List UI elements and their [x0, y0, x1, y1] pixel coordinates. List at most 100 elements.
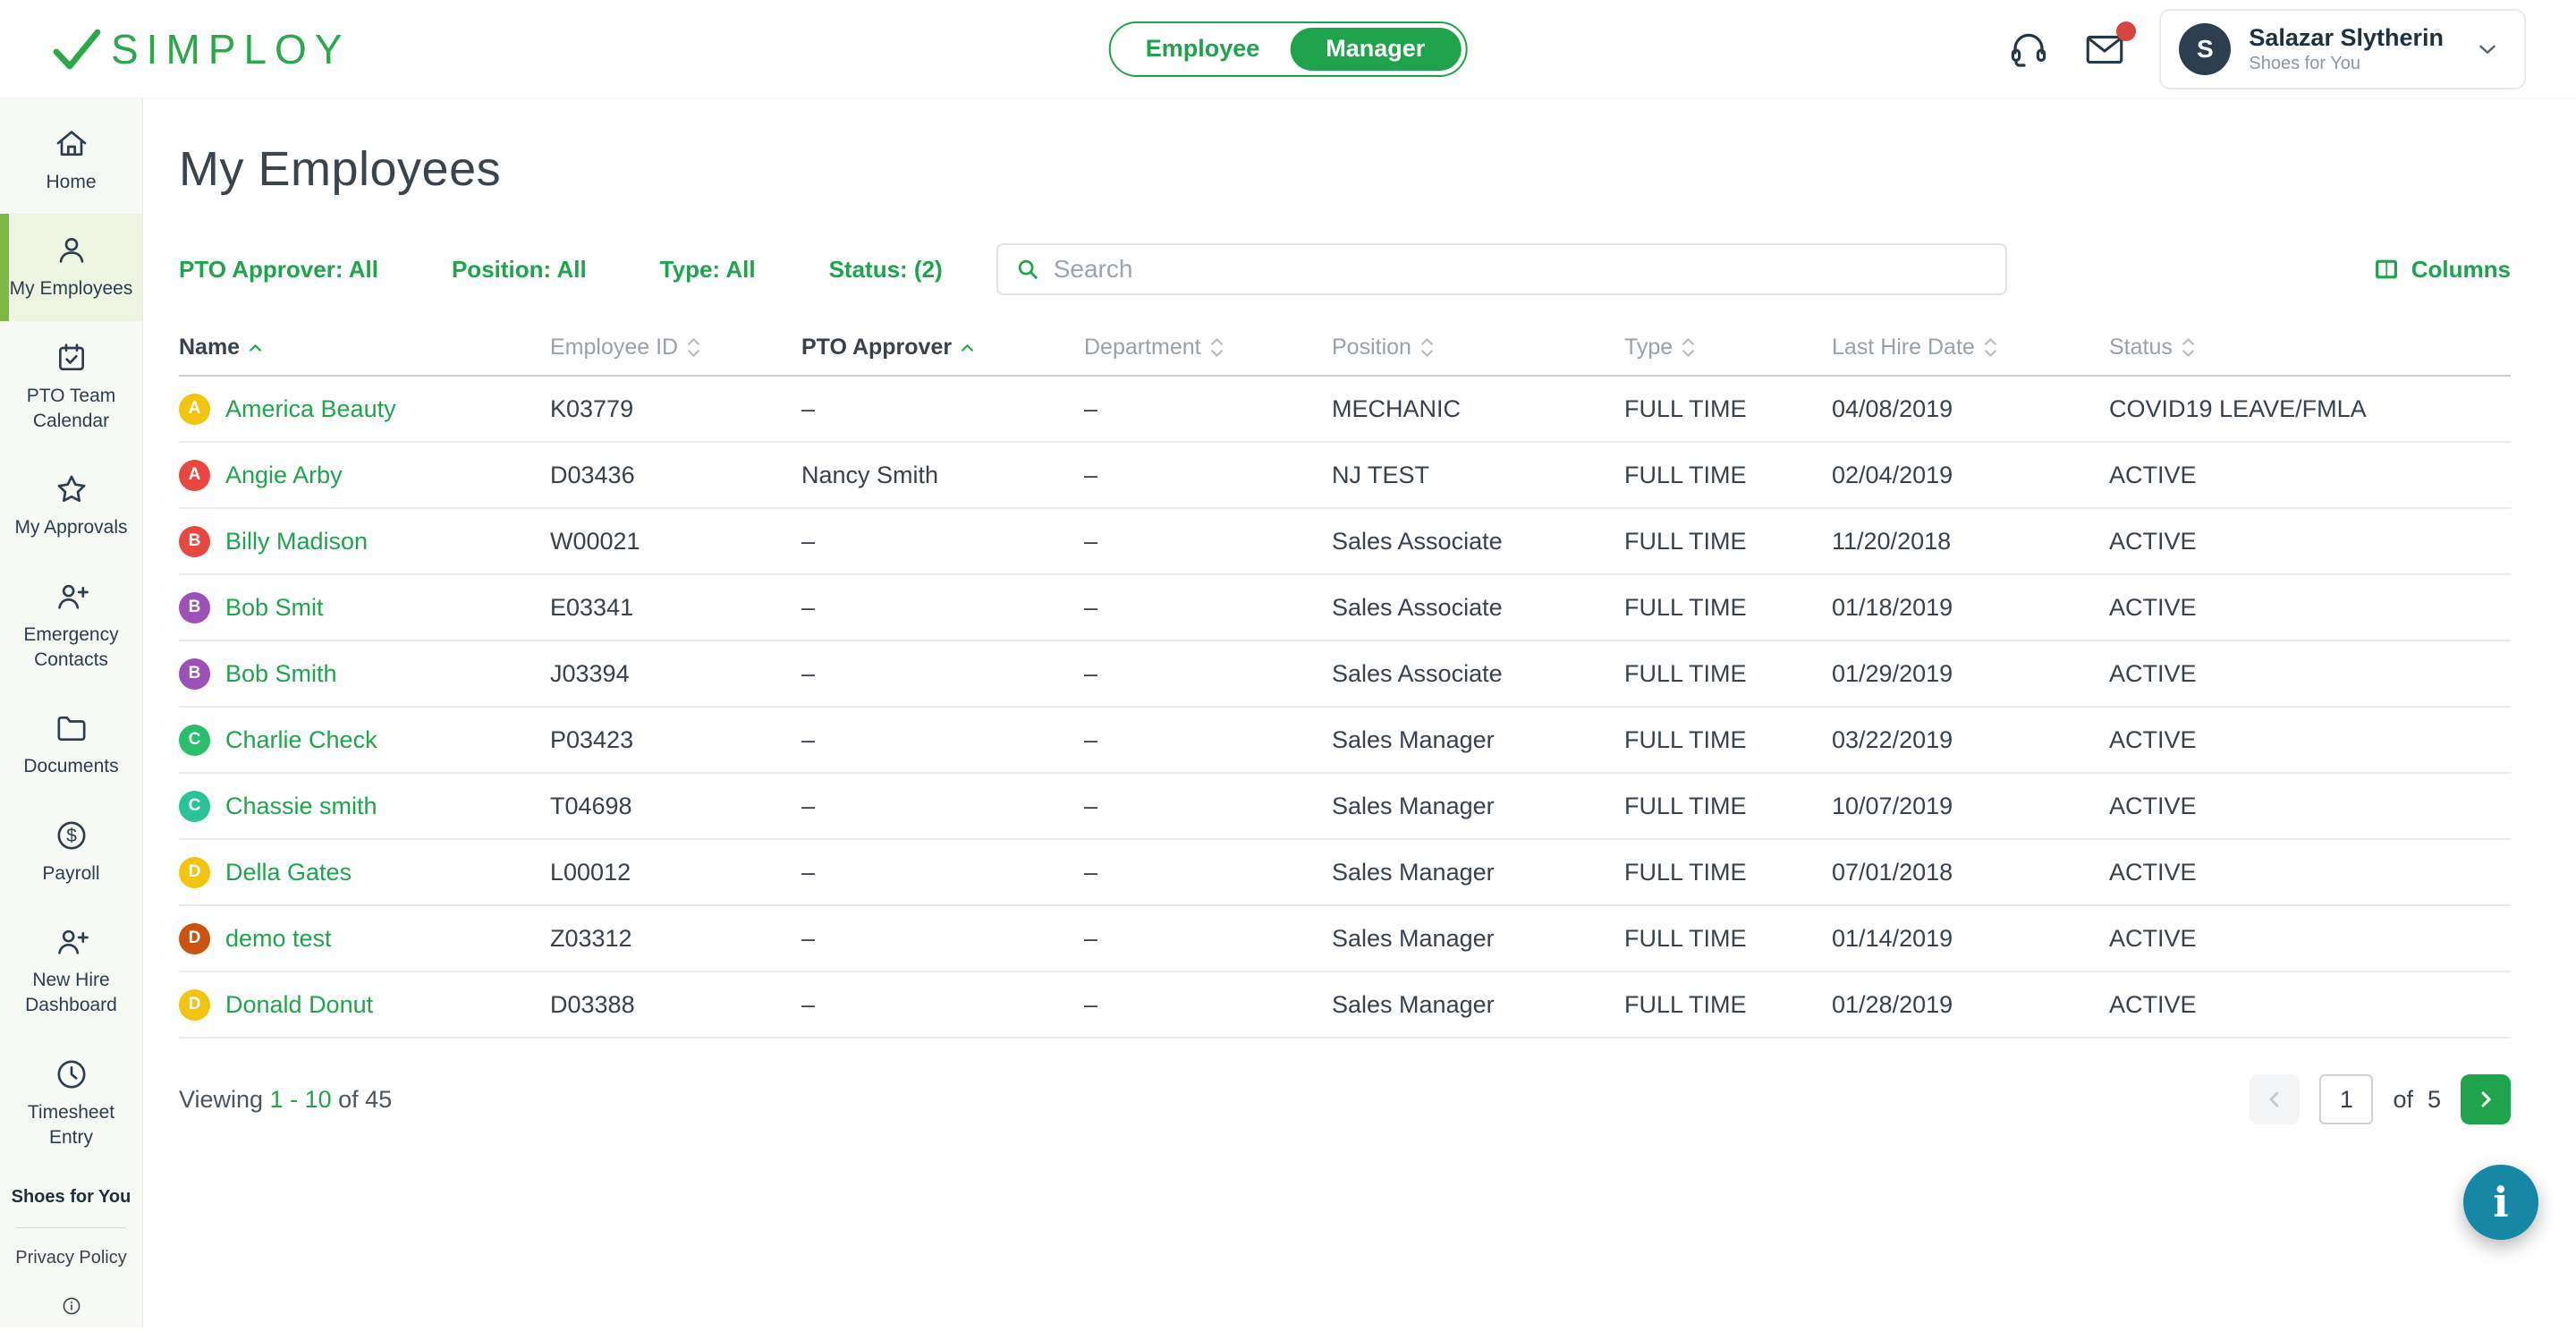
cell-type: FULL TIME — [1624, 462, 1832, 489]
sidebar-item-new-hire-dashboard[interactable]: New Hire Dashboard — [0, 905, 142, 1038]
employee-avatar: C — [179, 791, 210, 822]
filter-pto-approver[interactable]: PTO Approver: All — [179, 256, 378, 284]
cell-pto-approver: Nancy Smith — [801, 462, 1084, 489]
table-row[interactable]: D demo test Z03312 – – Sales Manager FUL… — [179, 906, 2511, 972]
sort-icons — [687, 337, 700, 358]
sidebar-item-pto-team-calendar[interactable]: PTO Team Calendar — [0, 321, 142, 454]
cell-department: – — [1084, 859, 1332, 886]
cell-position: Sales Manager — [1332, 925, 1624, 953]
cell-status: ACTIVE — [2109, 462, 2511, 489]
cell-status: ACTIVE — [2109, 859, 2511, 886]
table-row[interactable]: B Billy Madison W00021 – – Sales Associa… — [179, 509, 2511, 575]
table-row[interactable]: B Bob Smith J03394 – – Sales Associate F… — [179, 641, 2511, 708]
column-header-status[interactable]: Status — [2109, 335, 2511, 360]
column-header-type[interactable]: Type — [1624, 335, 1832, 360]
sidebar-item-timesheet-entry[interactable]: Timesheet Entry — [0, 1038, 142, 1170]
cell-position: NJ TEST — [1332, 462, 1624, 489]
column-header-label: PTO Approver — [801, 335, 952, 360]
employee-name-link[interactable]: Chassie smith — [225, 793, 377, 820]
table-row[interactable]: B Bob Smit E03341 – – Sales Associate FU… — [179, 575, 2511, 641]
headset-icon — [2007, 28, 2050, 71]
user-menu[interactable]: S Salazar Slytherin Shoes for You — [2159, 9, 2526, 89]
sidebar-items: Home My Employees PTO Team Calendar My A… — [0, 98, 142, 1169]
sidebar-item-home[interactable]: Home — [0, 107, 142, 214]
employee-name-link[interactable]: Donald Donut — [225, 991, 373, 1019]
search-input[interactable] — [1054, 255, 1989, 284]
column-header-position[interactable]: Position — [1332, 335, 1624, 360]
calendar-check-icon — [54, 340, 89, 376]
cell-employee-id: P03423 — [550, 726, 801, 754]
column-header-label: Type — [1624, 335, 1673, 360]
column-header-pto-approver[interactable]: PTO Approver — [801, 335, 1084, 360]
employee-name-link[interactable]: Charlie Check — [225, 726, 377, 754]
table-row[interactable]: C Chassie smith T04698 – – Sales Manager… — [179, 774, 2511, 840]
privacy-policy-link[interactable]: Privacy Policy — [9, 1248, 133, 1268]
cell-position: MECHANIC — [1332, 395, 1624, 423]
table-row[interactable]: D Della Gates L00012 – – Sales Manager F… — [179, 840, 2511, 906]
cell-last-hire-date: 02/04/2019 — [1832, 462, 2109, 489]
cell-type: FULL TIME — [1624, 594, 1832, 622]
employee-name-link[interactable]: Bob Smit — [225, 594, 324, 622]
column-header-name[interactable]: Name — [179, 335, 550, 360]
sidebar-item-label: Home — [46, 170, 96, 195]
sort-icons — [1420, 337, 1434, 358]
sidebar-item-label: PTO Team Calendar — [5, 384, 137, 435]
table-row[interactable]: D Donald Donut D03388 – – Sales Manager … — [179, 972, 2511, 1039]
cell-status: ACTIVE — [2109, 793, 2511, 820]
table-header-row: NameEmployee IDPTO Approver Department Pos… — [179, 335, 2511, 377]
column-header-employee-id[interactable]: Employee ID — [550, 335, 801, 360]
svg-text:$: $ — [66, 826, 77, 846]
employee-name-link[interactable]: Billy Madison — [225, 528, 368, 556]
cell-status: COVID19 LEAVE/FMLA — [2109, 395, 2511, 423]
column-header-label: Department — [1084, 335, 1201, 360]
sidebar-item-emergency-contacts[interactable]: Emergency Contacts — [0, 560, 142, 692]
cell-pto-approver: – — [801, 793, 1084, 820]
next-page-button[interactable] — [2461, 1074, 2511, 1124]
cell-last-hire-date: 04/08/2019 — [1832, 395, 2109, 423]
cell-last-hire-date: 01/18/2019 — [1832, 594, 2109, 622]
employee-avatar: D — [179, 989, 210, 1021]
table-row[interactable]: A America Beauty K03779 – – MECHANIC FUL… — [179, 377, 2511, 443]
page-number-input[interactable] — [2319, 1074, 2373, 1124]
cell-position: Sales Associate — [1332, 528, 1624, 556]
messages-button[interactable] — [2082, 29, 2127, 70]
person-icon — [54, 233, 89, 268]
employee-name-link[interactable]: demo test — [225, 925, 332, 953]
filter-position[interactable]: Position: All — [452, 256, 587, 284]
info-circle-icon[interactable] — [61, 1295, 82, 1317]
cell-last-hire-date: 01/29/2019 — [1832, 660, 2109, 688]
filter-type[interactable]: Type: All — [660, 256, 756, 284]
sidebar-item-documents[interactable]: Documents — [0, 691, 142, 798]
user-company: Shoes for You — [2249, 53, 2444, 74]
employee-name-link[interactable]: Bob Smith — [225, 660, 337, 688]
table-row[interactable]: C Charlie Check P03423 – – Sales Manager… — [179, 708, 2511, 774]
employee-name-link[interactable]: America Beauty — [225, 395, 396, 423]
sidebar-item-payroll[interactable]: $ Payroll — [0, 799, 142, 905]
previous-page-button[interactable] — [2250, 1074, 2300, 1124]
notification-dot — [2116, 21, 2136, 41]
filter-status[interactable]: Status: (2) — [829, 256, 943, 284]
employee-name-link[interactable]: Della Gates — [225, 859, 352, 886]
column-header-last-hire-date[interactable]: Last Hire Date — [1832, 335, 2109, 360]
cell-pto-approver: – — [801, 925, 1084, 953]
columns-icon — [2372, 255, 2401, 284]
sidebar-item-label: Documents — [23, 754, 118, 779]
avatar: S — [2179, 23, 2231, 75]
employee-name-link[interactable]: Angie Arby — [225, 462, 343, 489]
cell-department: – — [1084, 660, 1332, 688]
employee-toggle-button[interactable]: Employee — [1115, 28, 1291, 71]
sidebar-item-label: Payroll — [42, 861, 99, 886]
manager-toggle-button[interactable]: Manager — [1290, 28, 1461, 71]
cell-last-hire-date: 01/28/2019 — [1832, 991, 2109, 1019]
columns-button[interactable]: Columns — [2372, 255, 2511, 284]
column-header-department[interactable]: Department — [1084, 335, 1332, 360]
simploy-logo: SIMPLOY — [52, 25, 351, 73]
sidebar-item-my-approvals[interactable]: My Approvals — [0, 453, 142, 559]
column-header-label: Position — [1332, 335, 1411, 360]
table-row[interactable]: A Angie Arby D03436 Nancy Smith – NJ TES… — [179, 443, 2511, 509]
column-header-label: Status — [2109, 335, 2173, 360]
sidebar-item-my-employees[interactable]: My Employees — [0, 214, 142, 320]
support-headset-button[interactable] — [2007, 28, 2050, 71]
help-info-button[interactable]: i — [2463, 1165, 2538, 1240]
divider — [16, 1227, 126, 1228]
